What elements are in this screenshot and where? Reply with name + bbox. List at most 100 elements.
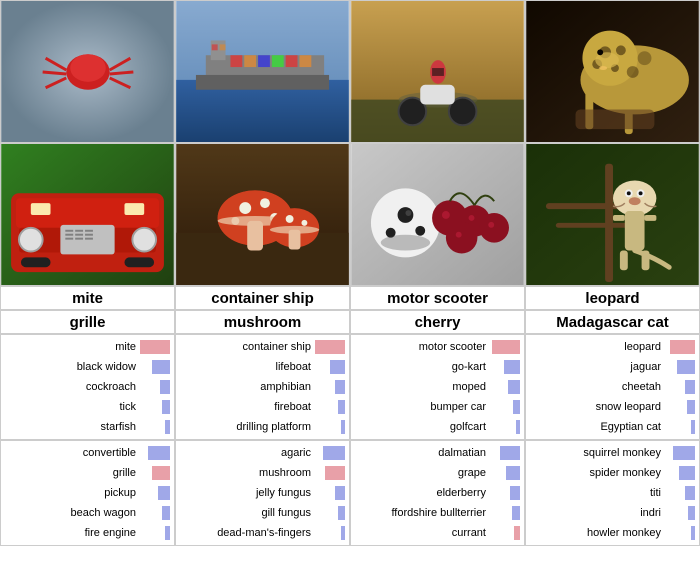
prediction-bar-container bbox=[313, 446, 345, 460]
prediction-bar bbox=[341, 420, 345, 434]
prediction-bar-container bbox=[488, 486, 520, 500]
prediction-row: golfcart bbox=[351, 417, 524, 437]
prediction-row: ffordshire bullterrier bbox=[351, 503, 524, 523]
prediction-row: jaguar bbox=[526, 357, 699, 377]
prediction-label: indri bbox=[530, 507, 663, 519]
image-leopard bbox=[525, 0, 700, 143]
prediction-row: jelly fungus bbox=[176, 483, 349, 503]
prediction-label: ffordshire bullterrier bbox=[355, 507, 488, 519]
prediction-bar-container bbox=[138, 400, 170, 414]
prediction-bar-container bbox=[313, 380, 345, 394]
prediction-label: mushroom bbox=[180, 467, 313, 479]
prediction-row: fire engine bbox=[1, 523, 174, 543]
prediction-row: spider monkey bbox=[526, 463, 699, 483]
prediction-bar bbox=[685, 380, 695, 394]
prediction-bar-container bbox=[138, 380, 170, 394]
prediction-label: Egyptian cat bbox=[530, 421, 663, 433]
prediction-bar-container bbox=[313, 506, 345, 520]
predictions-leopard: leopardjaguarcheetahsnow leopardEgyptian… bbox=[525, 334, 700, 440]
prediction-label: fire engine bbox=[5, 527, 138, 539]
prediction-bar bbox=[691, 526, 695, 540]
image-cherry bbox=[350, 143, 525, 286]
prediction-bar bbox=[670, 340, 695, 354]
prediction-bar bbox=[673, 446, 695, 460]
prediction-bar bbox=[508, 380, 520, 394]
prediction-bar-container bbox=[313, 420, 345, 434]
prediction-bar bbox=[685, 486, 695, 500]
prediction-label: dalmatian bbox=[355, 447, 488, 459]
prediction-bar bbox=[514, 526, 520, 540]
prediction-bar bbox=[338, 400, 345, 414]
prediction-bar bbox=[162, 400, 170, 414]
prediction-label: moped bbox=[355, 381, 488, 393]
prediction-row: motor scooter bbox=[351, 337, 524, 357]
prediction-label: lifeboat bbox=[180, 361, 313, 373]
prediction-bar-container bbox=[138, 360, 170, 374]
prediction-bar bbox=[162, 506, 170, 520]
prediction-bar bbox=[516, 420, 520, 434]
prediction-bar bbox=[687, 400, 695, 414]
predictions-grille: convertiblegrillepickupbeach wagonfire e… bbox=[0, 440, 175, 546]
label-mushroom: mushroom bbox=[175, 310, 350, 334]
label-container-ship: container ship bbox=[175, 286, 350, 310]
prediction-bar bbox=[341, 526, 345, 540]
prediction-row: cockroach bbox=[1, 377, 174, 397]
image-mushroom bbox=[175, 143, 350, 286]
prediction-bar-container bbox=[663, 380, 695, 394]
prediction-bar-container bbox=[663, 486, 695, 500]
prediction-bar bbox=[335, 486, 345, 500]
prediction-bar-container bbox=[488, 380, 520, 394]
prediction-bar-container bbox=[138, 486, 170, 500]
prediction-bar-container bbox=[663, 526, 695, 540]
prediction-bar bbox=[504, 360, 520, 374]
prediction-bar-container bbox=[488, 506, 520, 520]
prediction-row: currant bbox=[351, 523, 524, 543]
prediction-bar-container bbox=[488, 340, 520, 354]
prediction-bar bbox=[152, 360, 170, 374]
prediction-bar-container bbox=[138, 420, 170, 434]
prediction-row: agaric bbox=[176, 443, 349, 463]
prediction-label: golfcart bbox=[355, 421, 488, 433]
prediction-label: grille bbox=[5, 467, 138, 479]
label-cherry: cherry bbox=[350, 310, 525, 334]
prediction-bar-container bbox=[663, 360, 695, 374]
prediction-row: go-kart bbox=[351, 357, 524, 377]
prediction-label: convertible bbox=[5, 447, 138, 459]
prediction-bar bbox=[140, 340, 170, 354]
prediction-bar-container bbox=[138, 446, 170, 460]
prediction-bar bbox=[315, 340, 345, 354]
prediction-bar bbox=[512, 506, 520, 520]
prediction-label: elderberry bbox=[355, 487, 488, 499]
prediction-bar-container bbox=[663, 466, 695, 480]
prediction-row: tick bbox=[1, 397, 174, 417]
prediction-label: jaguar bbox=[530, 361, 663, 373]
predictions-mite: miteblack widowcockroachtickstarfish bbox=[0, 334, 175, 440]
prediction-label: drilling platform bbox=[180, 421, 313, 433]
label-leopard: leopard bbox=[525, 286, 700, 310]
prediction-row: mite bbox=[1, 337, 174, 357]
prediction-bar-container bbox=[488, 400, 520, 414]
prediction-row: drilling platform bbox=[176, 417, 349, 437]
prediction-row: Egyptian cat bbox=[526, 417, 699, 437]
prediction-row: snow leopard bbox=[526, 397, 699, 417]
prediction-bar bbox=[165, 526, 170, 540]
prediction-label: beach wagon bbox=[5, 507, 138, 519]
prediction-label: squirrel monkey bbox=[530, 447, 663, 459]
prediction-bar bbox=[506, 466, 520, 480]
prediction-row: beach wagon bbox=[1, 503, 174, 523]
prediction-label: howler monkey bbox=[530, 527, 663, 539]
prediction-bar bbox=[323, 446, 345, 460]
prediction-label: leopard bbox=[530, 341, 663, 353]
prediction-bar bbox=[335, 380, 345, 394]
image-motor-scooter bbox=[350, 0, 525, 143]
prediction-bar bbox=[510, 486, 520, 500]
main-grid: mite container ship motor scooter leopard gr… bbox=[0, 0, 700, 546]
prediction-label: container ship bbox=[180, 341, 313, 353]
prediction-bar-container bbox=[488, 466, 520, 480]
prediction-bar-container bbox=[663, 400, 695, 414]
prediction-bar-container bbox=[313, 400, 345, 414]
prediction-label: grape bbox=[355, 467, 488, 479]
prediction-bar bbox=[152, 466, 170, 480]
prediction-label: jelly fungus bbox=[180, 487, 313, 499]
prediction-row: convertible bbox=[1, 443, 174, 463]
